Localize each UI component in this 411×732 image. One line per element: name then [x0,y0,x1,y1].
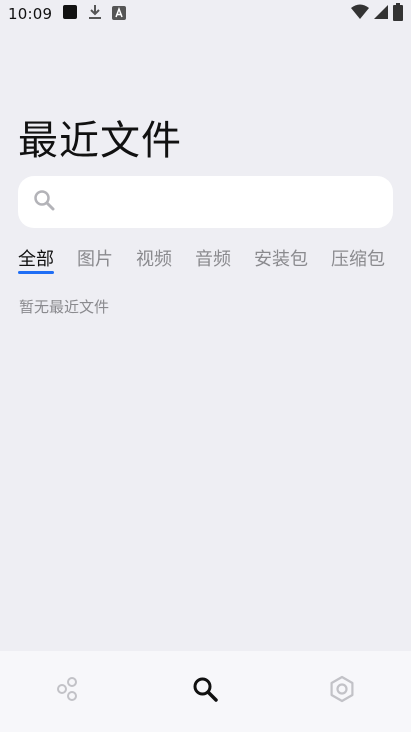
search-input[interactable] [65,176,393,228]
battery-icon [393,3,403,25]
wifi-icon [351,4,369,24]
file-type-tabs: 全部 图片 视频 音频 安装包 压缩包 [18,244,411,278]
square-app-icon [62,4,78,24]
tab-all[interactable]: 全部 [18,244,54,274]
search-icon [33,189,55,215]
status-bar: 10:09 [0,0,411,28]
font-a-icon [112,5,127,24]
tab-label: 图片 [77,249,113,270]
empty-state-message: 暂无最近文件 [19,298,110,316]
tab-label: 全部 [18,249,54,270]
browse-icon [55,676,81,706]
download-icon [88,4,102,24]
tab-archives[interactable]: 压缩包 [331,244,385,271]
tab-label: 压缩包 [331,249,385,270]
tab-videos[interactable]: 视频 [136,244,172,271]
nav-settings-button[interactable] [322,671,362,711]
active-tab-indicator [18,271,54,274]
bottom-navigation [0,651,411,732]
tab-label: 视频 [136,249,172,270]
tab-label: 安装包 [254,249,308,270]
settings-icon [328,675,356,707]
page-title: 最近文件 [18,118,182,164]
status-time: 10:09 [8,5,53,23]
status-left-icons [62,4,127,24]
search-icon [191,675,219,707]
tab-apk[interactable]: 安装包 [254,244,308,271]
tab-images[interactable]: 图片 [77,244,113,271]
recent-files-screen: 10:09 最近文件 全部 图片 视频 音频 安装包 压缩包 暂无最近文件 [0,0,411,732]
nav-browse-button[interactable] [48,671,88,711]
tab-audio[interactable]: 音频 [195,244,231,271]
tab-label: 音频 [195,249,231,270]
search-bar[interactable] [18,176,393,228]
signal-icon [373,4,389,24]
nav-search-button[interactable] [185,671,225,711]
status-right-icons [351,3,403,25]
